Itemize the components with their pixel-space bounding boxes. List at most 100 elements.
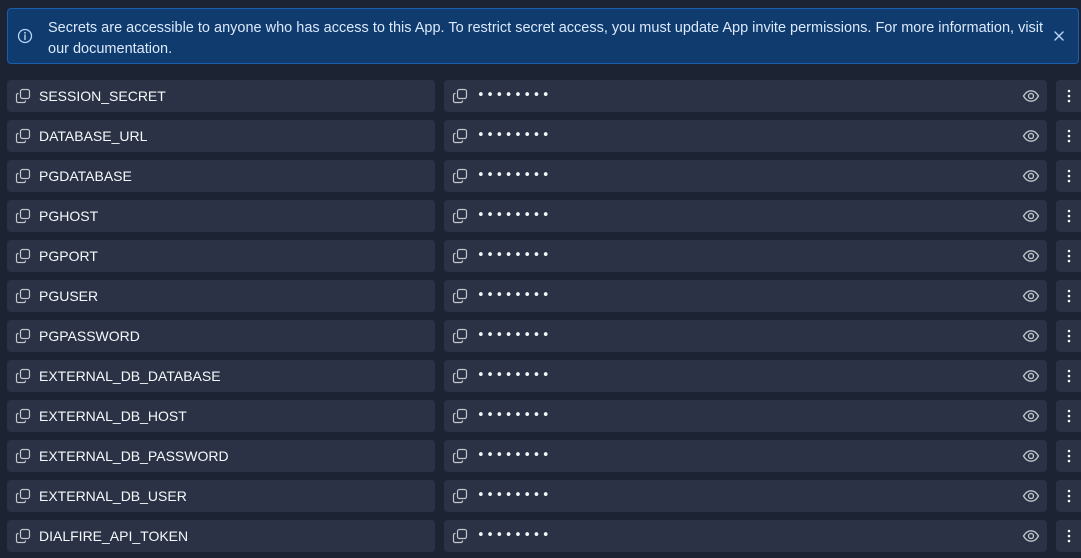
secret-menu-button[interactable]: [1056, 480, 1081, 512]
copy-icon[interactable]: [452, 368, 468, 384]
secret-value-masked: ••••••••: [477, 448, 552, 463]
secret-row: PGPASSWORD ••••••••: [7, 320, 1081, 360]
secret-key-label: PGHOST: [39, 208, 99, 224]
copy-icon[interactable]: [452, 168, 468, 184]
close-icon[interactable]: [1052, 29, 1066, 43]
eye-icon[interactable]: [1022, 88, 1040, 104]
secret-menu-button[interactable]: [1056, 520, 1081, 552]
documentation-link[interactable]: our documentation.: [48, 41, 172, 57]
eye-icon[interactable]: [1022, 408, 1040, 424]
secret-key-field: SESSION_SECRET: [7, 80, 435, 112]
copy-icon[interactable]: [15, 368, 31, 384]
vertical-dots-icon: [1064, 288, 1074, 304]
secret-key-label: SESSION_SECRET: [39, 88, 166, 104]
eye-icon[interactable]: [1022, 168, 1040, 184]
copy-icon[interactable]: [15, 488, 31, 504]
secret-row: PGUSER ••••••••: [7, 280, 1081, 320]
secret-key-label: EXTERNAL_DB_PASSWORD: [39, 448, 229, 464]
secret-value-field: ••••••••: [444, 160, 1047, 192]
secret-value-masked: ••••••••: [477, 328, 552, 343]
secret-key-field: PGHOST: [7, 200, 435, 232]
secret-key-label: EXTERNAL_DB_HOST: [39, 408, 187, 424]
copy-icon[interactable]: [15, 408, 31, 424]
secret-value-masked: ••••••••: [477, 168, 552, 183]
secret-menu-button[interactable]: [1056, 320, 1081, 352]
secret-value-masked: ••••••••: [477, 88, 552, 103]
vertical-dots-icon: [1064, 328, 1074, 344]
secret-key-label: PGPASSWORD: [39, 328, 140, 344]
secret-menu-button[interactable]: [1056, 440, 1081, 472]
copy-icon[interactable]: [452, 128, 468, 144]
eye-icon[interactable]: [1022, 288, 1040, 304]
copy-icon[interactable]: [15, 128, 31, 144]
copy-icon[interactable]: [452, 328, 468, 344]
secret-row: DIALFIRE_API_TOKEN ••••••••: [7, 520, 1081, 558]
secret-key-field: PGPORT: [7, 240, 435, 272]
copy-icon[interactable]: [452, 528, 468, 544]
vertical-dots-icon: [1064, 448, 1074, 464]
eye-icon[interactable]: [1022, 448, 1040, 464]
secret-key-label: EXTERNAL_DB_USER: [39, 488, 187, 504]
secret-value-field: ••••••••: [444, 520, 1047, 552]
secret-value-field: ••••••••: [444, 240, 1047, 272]
secret-key-field: EXTERNAL_DB_HOST: [7, 400, 435, 432]
info-banner: Secrets are accessible to anyone who has…: [7, 8, 1079, 64]
secret-value-masked: ••••••••: [477, 368, 552, 383]
secret-menu-button[interactable]: [1056, 240, 1081, 272]
secret-value-field: ••••••••: [444, 440, 1047, 472]
eye-icon[interactable]: [1022, 528, 1040, 544]
secret-menu-button[interactable]: [1056, 280, 1081, 312]
secret-row: EXTERNAL_DB_PASSWORD ••••••••: [7, 440, 1081, 480]
copy-icon[interactable]: [452, 408, 468, 424]
eye-icon[interactable]: [1022, 248, 1040, 264]
secret-key-field: EXTERNAL_DB_PASSWORD: [7, 440, 435, 472]
copy-icon[interactable]: [15, 168, 31, 184]
copy-icon[interactable]: [15, 288, 31, 304]
copy-icon[interactable]: [15, 328, 31, 344]
secret-menu-button[interactable]: [1056, 400, 1081, 432]
secret-key-label: DATABASE_URL: [39, 128, 148, 144]
secret-value-field: ••••••••: [444, 120, 1047, 152]
copy-icon[interactable]: [452, 208, 468, 224]
secret-row: EXTERNAL_DB_DATABASE ••••••••: [7, 360, 1081, 400]
secret-value-field: ••••••••: [444, 80, 1047, 112]
secret-menu-button[interactable]: [1056, 80, 1081, 112]
copy-icon[interactable]: [15, 448, 31, 464]
secret-menu-button[interactable]: [1056, 160, 1081, 192]
banner-message: Secrets are accessible to anyone who has…: [48, 18, 1053, 60]
vertical-dots-icon: [1064, 168, 1074, 184]
eye-icon[interactable]: [1022, 208, 1040, 224]
secret-menu-button[interactable]: [1056, 200, 1081, 232]
info-icon: [17, 28, 33, 44]
secret-menu-button[interactable]: [1056, 120, 1081, 152]
copy-icon[interactable]: [15, 528, 31, 544]
copy-icon[interactable]: [452, 288, 468, 304]
eye-icon[interactable]: [1022, 488, 1040, 504]
vertical-dots-icon: [1064, 248, 1074, 264]
secret-row: PGHOST ••••••••: [7, 200, 1081, 240]
secret-key-field: EXTERNAL_DB_USER: [7, 480, 435, 512]
secret-value-field: ••••••••: [444, 200, 1047, 232]
copy-icon[interactable]: [452, 248, 468, 264]
secret-key-field: DIALFIRE_API_TOKEN: [7, 520, 435, 552]
secret-menu-button[interactable]: [1056, 360, 1081, 392]
secret-key-field: EXTERNAL_DB_DATABASE: [7, 360, 435, 392]
eye-icon[interactable]: [1022, 328, 1040, 344]
vertical-dots-icon: [1064, 88, 1074, 104]
copy-icon[interactable]: [452, 488, 468, 504]
copy-icon[interactable]: [15, 88, 31, 104]
eye-icon[interactable]: [1022, 368, 1040, 384]
secret-key-field: PGUSER: [7, 280, 435, 312]
eye-icon[interactable]: [1022, 128, 1040, 144]
copy-icon[interactable]: [15, 248, 31, 264]
copy-icon[interactable]: [15, 208, 31, 224]
secrets-panel: Secrets are accessible to anyone who has…: [0, 0, 1081, 558]
copy-icon[interactable]: [452, 88, 468, 104]
secret-value-masked: ••••••••: [477, 488, 552, 503]
copy-icon[interactable]: [452, 448, 468, 464]
secret-value-masked: ••••••••: [477, 408, 552, 423]
secret-row: DATABASE_URL ••••••••: [7, 120, 1081, 160]
vertical-dots-icon: [1064, 408, 1074, 424]
secret-key-label: PGPORT: [39, 248, 98, 264]
banner-text: Secrets are accessible to anyone who has…: [48, 20, 1044, 36]
